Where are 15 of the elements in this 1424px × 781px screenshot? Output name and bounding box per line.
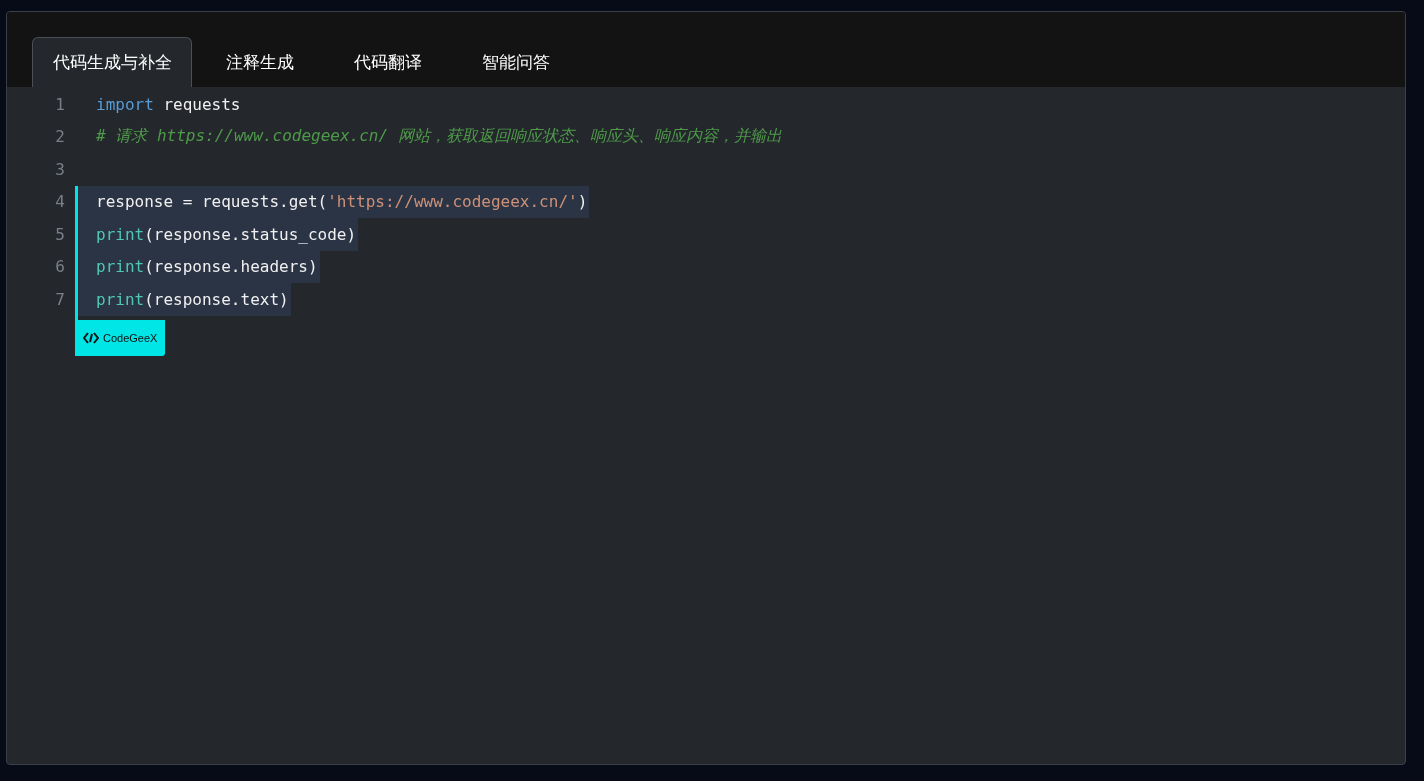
tab[interactable]: 注释生成 (200, 37, 320, 87)
tab[interactable]: 代码生成与补全 (32, 37, 192, 87)
line-number: 4 (54, 192, 65, 212)
code-line: import requests (95, 93, 242, 116)
code-brackets-icon (83, 331, 99, 344)
line-number: 5 (54, 224, 65, 244)
line-number: 1 (54, 94, 65, 114)
tab[interactable]: 代码翻译 (328, 37, 448, 87)
line-number: 7 (54, 289, 65, 309)
badge-label: CodeGeeX (103, 331, 158, 344)
line-number: 6 (54, 257, 65, 277)
line-number: 3 (54, 159, 65, 179)
tab[interactable]: 智能问答 (456, 37, 576, 87)
line-number: 2 (54, 127, 65, 147)
code-line: # 请求 https://www.codegeex.cn/ 网站，获取返回响应状态、响应头、响应内容，并输出 (95, 125, 783, 148)
